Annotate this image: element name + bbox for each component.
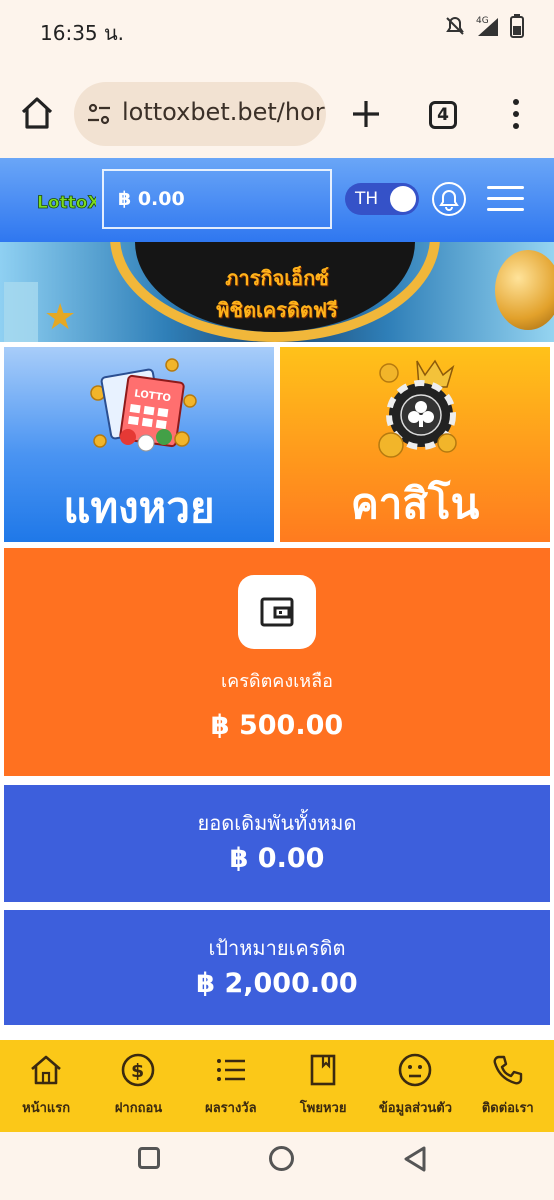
logo-text: LottoX xyxy=(37,193,96,213)
system-nav-bar xyxy=(0,1132,554,1200)
mute-icon xyxy=(446,16,464,35)
home-icon xyxy=(31,1055,62,1085)
nav-item-results[interactable]: ผลรางวัล xyxy=(185,1040,277,1132)
recents-icon[interactable] xyxy=(138,1147,160,1169)
new-tab-icon[interactable] xyxy=(350,98,382,130)
battery-icon xyxy=(510,14,524,38)
wallet-icon-box xyxy=(238,575,316,649)
balloon-decoration xyxy=(495,250,554,330)
system-home-icon[interactable] xyxy=(269,1146,294,1171)
url-text: lottoxbet.bet/hor xyxy=(122,98,325,126)
header-balance: ฿ 0.00 xyxy=(118,188,185,210)
status-icons: 4G xyxy=(444,14,524,38)
nav-label-contact: ติดต่อเรา xyxy=(481,1101,534,1116)
nav-label-deposit: ฝากถอน xyxy=(114,1101,163,1116)
lotto-tile[interactable]: LOTTO แทงหวย xyxy=(4,347,274,542)
credit-balance-card: เครดิตคงเหลือ ฿ 500.00 xyxy=(4,548,550,776)
dollar-icon: $ xyxy=(122,1053,155,1087)
face-icon xyxy=(399,1053,432,1087)
list-icon xyxy=(216,1059,245,1081)
casino-chip-icon xyxy=(378,359,457,458)
nav-label-results: ผลรางวัล xyxy=(205,1101,257,1116)
lotto-tile-label: แทงหวย xyxy=(63,483,215,532)
total-bets-label: ยอดเดิมพันทั้งหมด xyxy=(197,811,357,835)
casino-tile-label: คาสิโน xyxy=(350,479,480,528)
site-header: LottoX ฿ 0.00 TH xyxy=(0,158,554,242)
browser-home-icon[interactable] xyxy=(18,94,56,132)
nav-item-home[interactable]: หน้าแรก xyxy=(0,1040,92,1132)
language-label: TH xyxy=(355,189,379,209)
bottom-nav: หน้าแรก $ ฝากถอน ผลรางวัล โพยหวย ข้อมูลส… xyxy=(0,1040,554,1132)
nav-item-profile[interactable]: ข้อมูลส่วนตัว xyxy=(369,1040,461,1132)
credit-target-card: เป้าหมายเครดิต ฿ 2,000.00 xyxy=(4,910,550,1025)
status-bar: 16:35 น. 4G xyxy=(0,0,554,58)
banner-title-line2: พิชิตเครดิตฟรี xyxy=(216,298,338,322)
lotto-ticket-icon: LOTTO xyxy=(90,358,197,452)
nav-label-home: หน้าแรก xyxy=(22,1101,71,1116)
book-icon xyxy=(310,1054,336,1086)
credit-target-value: ฿ 2,000.00 xyxy=(196,968,358,999)
nav-label-profile: ข้อมูลส่วนตัว xyxy=(378,1101,453,1116)
back-icon[interactable] xyxy=(402,1146,428,1172)
nav-item-tickets[interactable]: โพยหวย xyxy=(277,1040,369,1132)
status-time: 16:35 น. xyxy=(40,21,125,45)
phone-icon xyxy=(493,1055,522,1085)
header-balance-box: ฿ 0.00 xyxy=(102,169,332,229)
tab-switcher-button[interactable]: 4 xyxy=(429,101,457,129)
wallet-icon xyxy=(260,597,294,627)
nav-item-deposit[interactable]: $ ฝากถอน xyxy=(92,1040,184,1132)
total-bets-card: ยอดเดิมพันทั้งหมด ฿ 0.00 xyxy=(4,785,550,902)
language-toggle[interactable]: TH xyxy=(345,183,419,215)
credit-target-label: เป้าหมายเครดิต xyxy=(208,936,346,960)
browser-menu-icon[interactable] xyxy=(508,98,524,130)
banner-title-line1: ภารกิจเอ็กซ์ xyxy=(225,266,329,290)
browser-toolbar: lottoxbet.bet/hor 4 xyxy=(0,58,554,158)
credit-value: ฿ 500.00 xyxy=(210,710,344,741)
svg-text:$: $ xyxy=(131,1060,144,1082)
credit-label: เครดิตคงเหลือ xyxy=(221,671,333,692)
site-logo[interactable]: LottoX xyxy=(36,184,96,218)
network-label: 4G xyxy=(476,16,489,26)
signal-icon: 4G xyxy=(476,16,498,36)
casino-tile[interactable]: คาสิโน xyxy=(280,347,550,542)
toggle-knob xyxy=(390,186,416,212)
notification-button[interactable] xyxy=(432,182,466,216)
bell-icon xyxy=(439,189,459,211)
promo-banner[interactable]: ★ ภารกิจเอ็กซ์ พิชิตเครดิตฟรี xyxy=(0,242,554,342)
site-settings-icon[interactable] xyxy=(86,102,112,126)
nav-label-tickets: โพยหวย xyxy=(299,1101,347,1116)
nav-item-contact[interactable]: ติดต่อเรา xyxy=(462,1040,554,1132)
hamburger-menu-icon[interactable] xyxy=(487,186,524,212)
address-bar[interactable]: lottoxbet.bet/hor xyxy=(74,82,326,146)
total-bets-value: ฿ 0.00 xyxy=(229,843,325,874)
